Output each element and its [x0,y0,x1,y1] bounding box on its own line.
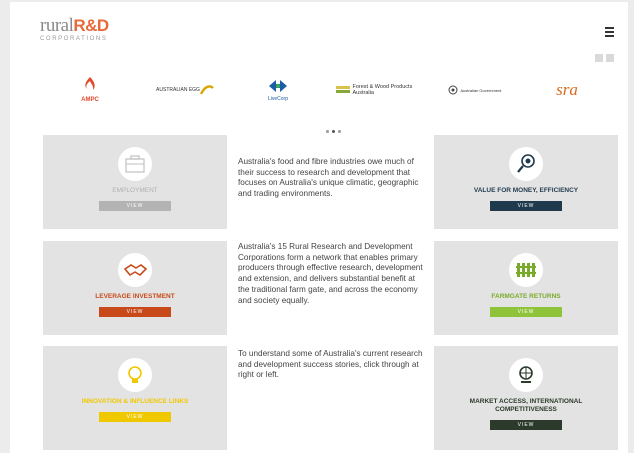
stories-paragraph: To understand some of Australia's curren… [238,349,423,380]
leverage-view-button[interactable]: VIEW [99,307,171,317]
card-leverage-investment[interactable]: LEVERAGE INVESTMENT VIEW [43,241,227,335]
globe-icon [509,358,543,392]
magnifier-coin-icon [509,147,543,181]
livecorp-arrows-icon [269,80,287,92]
partner-label: AUSTRALIAN EGG [156,87,200,93]
card-title: MARKET ACCESS, INTERNATIONAL COMPETITIVE… [469,398,583,413]
logo-main-text: rural [40,15,74,36]
carousel-next-button[interactable] [606,54,614,62]
partner-logo-livecorp[interactable]: LiveCorp [258,70,298,110]
card-title: EMPLOYMENT [112,187,158,194]
partner-logos: AMPC AUSTRALIAN EGG LiveCorp Forest & Wo… [60,70,620,110]
card-value-for-money[interactable]: VALUE FOR MONEY, EFFICIENCY VIEW [434,135,618,229]
logo-sub-text: CORPORATIONS [40,36,108,42]
partner-label: Australian Government [460,87,502,93]
fwpa-leaf-icon [335,86,350,93]
carousel-dot[interactable] [338,130,341,133]
amp-flame-icon [85,77,95,90]
partner-logo-ampc[interactable]: AMPC [70,70,110,110]
intro-paragraph: Australia's food and fibre industries ow… [238,157,419,199]
employment-view-button[interactable]: VIEW [99,201,171,211]
card-employment[interactable]: EMPLOYMENT VIEW [43,135,227,229]
network-paragraph: Australia's 15 Rural Research and Develo… [238,242,423,305]
handshake-icon [118,253,152,287]
partner-label: LiveCorp [267,96,288,102]
sra-icon: sra [556,80,578,99]
card-title: INNOVATION & INFLUENCE LINKS [81,398,189,405]
carousel-prev-button[interactable] [595,54,603,62]
partner-label: Forest & Wood Products Australia [352,84,413,96]
fence-icon [509,253,543,287]
carousel-dot[interactable] [326,130,329,133]
carousel-arrows [595,54,614,62]
card-farmgate-returns[interactable]: FARMGATE RETURNS VIEW [434,241,618,335]
card-market-access[interactable]: MARKET ACCESS, INTERNATIONAL COMPETITIVE… [434,346,618,450]
card-title: FARMGATE RETURNS [491,293,561,300]
card-innovation[interactable]: INNOVATION & INFLUENCE LINKS VIEW [43,346,227,450]
farmgate-view-button[interactable]: VIEW [490,307,562,317]
carousel-dots [326,130,341,133]
value-view-button[interactable]: VIEW [490,201,562,211]
briefcase-icon [118,147,152,181]
partner-logo-fwpa[interactable]: Forest & Wood Products Australia [332,70,422,110]
lightbulb-icon [118,358,152,392]
egg-swoosh-icon [199,85,214,95]
carousel-dot-active[interactable] [332,130,335,133]
card-title: VALUE FOR MONEY, EFFICIENCY [473,187,579,194]
page: ruralR&D CORPORATIONS AMPC AUSTRALIAN EG… [10,2,628,453]
market-view-button[interactable]: VIEW [490,420,562,430]
site-logo[interactable]: ruralR&D CORPORATIONS [40,16,130,44]
partner-logo-egg[interactable]: AUSTRALIAN EGG [150,70,220,110]
crest-icon [448,85,457,95]
innovation-view-button[interactable]: VIEW [99,412,171,422]
partner-label: AMPC [81,97,99,103]
partner-logo-sra[interactable]: sra [532,70,602,110]
partner-logo-government[interactable]: Australian Government [446,70,506,110]
card-title: LEVERAGE INVESTMENT [95,293,175,300]
logo-rd-text: R&D [73,16,109,35]
hamburger-menu-icon[interactable] [605,27,614,39]
